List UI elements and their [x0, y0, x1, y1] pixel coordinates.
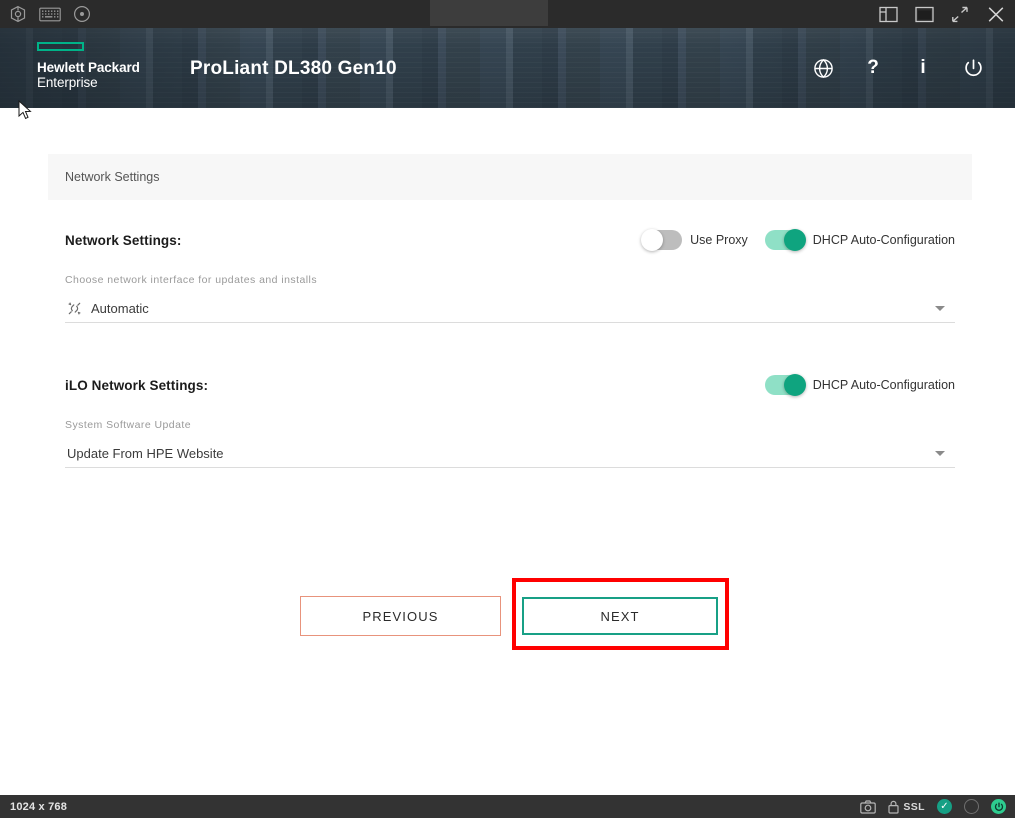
ilo-dhcp-group: DHCP Auto-Configuration [764, 374, 955, 396]
status-bar: 1024 x 768 SSL ✓ [0, 795, 1015, 818]
camera-icon[interactable] [860, 799, 877, 814]
toolbar-window-controls [877, 0, 1007, 28]
ilo-settings-heading: iLO Network Settings: [65, 377, 209, 393]
panel-header: Network Settings [48, 154, 972, 200]
hpe-brand-line1: Hewlett Packard [37, 60, 140, 75]
use-proxy-toggle-knob [641, 229, 664, 251]
ssl-label: SSL [903, 800, 925, 813]
ilo-dhcp-label: DHCP Auto-Configuration [812, 378, 955, 392]
network-interface-value: Automatic [91, 300, 149, 316]
hpe-logo-mark [37, 42, 84, 51]
power-status-icon[interactable] [991, 799, 1006, 814]
network-interface-value-wrap: Automatic [65, 301, 149, 316]
page-title: ProLiant DL380 Gen10 [190, 58, 397, 79]
status-empty-icon[interactable] [964, 799, 979, 814]
ilo-settings-title-row: iLO Network Settings: DHCP Auto-Configur… [65, 374, 955, 396]
keyboard-icon[interactable] [39, 4, 61, 24]
info-icon[interactable]: i [911, 56, 935, 80]
virtual-media-box-icon[interactable] [7, 4, 29, 24]
system-software-update-value: Update From HPE Website [67, 445, 224, 461]
previous-button[interactable]: PREVIOUS [300, 596, 501, 636]
toolbar-left-icons [0, 4, 93, 24]
spacer-top [65, 200, 955, 230]
remote-console-toolbar [0, 0, 1015, 28]
ilo-remote-console-window: Hewlett Packard Enterprise ProLiant DL38… [0, 0, 1015, 818]
network-settings-toggles: Use Proxy DHCP Auto-Configuration [641, 229, 955, 251]
globe-icon[interactable] [811, 56, 835, 80]
use-proxy-label: Use Proxy [690, 233, 748, 247]
system-software-update-label: System Software Update [65, 419, 192, 431]
ilo-settings-toggles: DHCP Auto-Configuration [764, 374, 955, 396]
power-icon[interactable] [961, 56, 985, 80]
window-icon[interactable] [913, 4, 935, 24]
hpe-brand-line2: Enterprise [37, 75, 98, 90]
network-interface-icon [67, 301, 82, 316]
disc-icon[interactable] [71, 4, 93, 24]
help-icon[interactable]: ? [861, 56, 885, 80]
main-content: Network Settings Network Settings: Use P… [0, 108, 1015, 795]
network-dhcp-toggle-knob [783, 229, 806, 251]
network-dhcp-label: DHCP Auto-Configuration [812, 233, 955, 247]
lock-icon [888, 800, 899, 814]
next-button[interactable]: NEXT [522, 597, 718, 635]
active-tab[interactable] [430, 0, 548, 26]
status-ok-icon[interactable]: ✓ [937, 799, 952, 814]
network-interface-select[interactable]: Automatic [65, 294, 955, 323]
status-bar-right: SSL ✓ [860, 799, 1006, 814]
hpe-brand-name: Hewlett Packard Enterprise [37, 60, 140, 90]
network-dhcp-group: DHCP Auto-Configuration [764, 229, 955, 251]
panel-header-title: Network Settings [65, 170, 160, 184]
ilo-dhcp-toggle[interactable] [764, 374, 806, 396]
close-icon[interactable] [985, 4, 1007, 24]
spacer-mid [65, 323, 955, 375]
network-interface-label: Choose network interface for updates and… [65, 274, 318, 286]
chevron-down-icon[interactable] [935, 305, 945, 311]
ilo-dhcp-toggle-knob [783, 374, 806, 396]
ssl-indicator: SSL [888, 800, 925, 814]
network-settings-panel: Network Settings Network Settings: Use P… [48, 154, 972, 468]
use-proxy-group: Use Proxy [641, 229, 748, 251]
hpe-logo: Hewlett Packard Enterprise [37, 42, 140, 90]
system-software-update-value-wrap: Update From HPE Website [65, 446, 224, 461]
network-settings-section: Network Settings: Use Proxy DHCP Auto-Co… [48, 200, 972, 468]
network-settings-title-row: Network Settings: Use Proxy DHCP Auto-Co… [65, 229, 955, 251]
header-actions: ? i [811, 28, 985, 108]
network-settings-heading: Network Settings: [65, 232, 182, 248]
hpe-header-banner: Hewlett Packard Enterprise ProLiant DL38… [0, 28, 1015, 108]
expand-icon[interactable] [949, 4, 971, 24]
system-software-update-select[interactable]: Update From HPE Website [65, 439, 955, 468]
network-dhcp-toggle[interactable] [764, 229, 806, 251]
chevron-down-icon-2[interactable] [935, 450, 945, 456]
layout-panel-icon[interactable] [877, 4, 899, 24]
use-proxy-toggle[interactable] [641, 229, 683, 251]
